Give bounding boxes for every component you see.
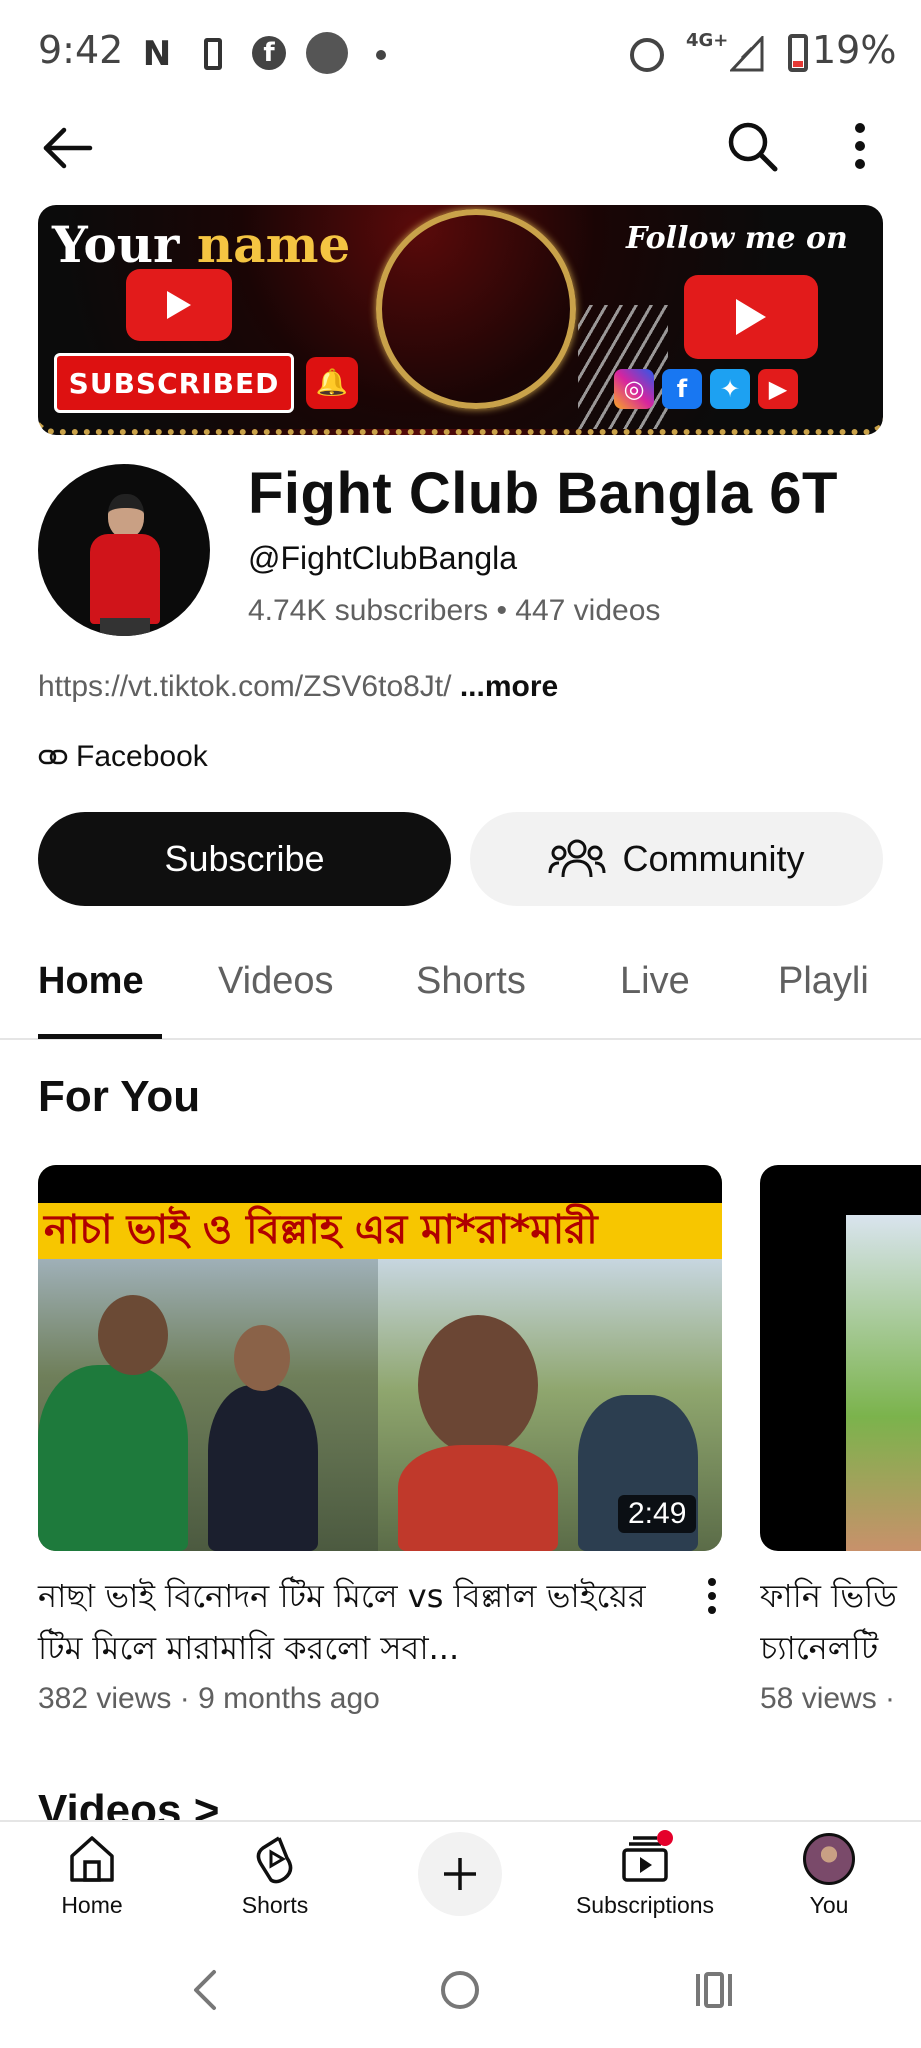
facebook-icon: f (662, 369, 702, 409)
signal-icon (730, 36, 764, 72)
channel-avatar[interactable] (38, 464, 210, 636)
link-icon (38, 749, 68, 765)
instagram-icon: ◎ (614, 369, 654, 409)
create-button[interactable] (418, 1832, 502, 1916)
banner-follow-text: Follow me on (626, 221, 848, 256)
video-thumbnail-2[interactable] (760, 1165, 921, 1551)
status-bar: 9:42 N f 4G+ 19% (0, 0, 921, 110)
nav-shorts[interactable]: Shorts (200, 1832, 350, 1919)
notification-dot (657, 1830, 673, 1846)
system-home-icon[interactable] (430, 1960, 490, 2020)
banner-youtube-logo-icon (126, 269, 232, 341)
battery-saver-icon (204, 38, 222, 70)
video-more-icon[interactable] (700, 1576, 724, 1616)
tab-shorts[interactable]: Shorts (416, 960, 526, 1003)
channel-banner: Your name SUBSCRIBED 🔔 Follow me on ◎ f … (38, 205, 883, 435)
thumbnail-caption: নাচা ভাই ও বিল্লাহ এর মা*রা*মারী (38, 1203, 722, 1259)
shorts-icon (256, 1836, 293, 1884)
community-button[interactable]: Community (470, 812, 883, 906)
nav-home[interactable]: Home (17, 1832, 167, 1919)
alarm-icon (630, 38, 664, 72)
video-meta-2: 58 views · (760, 1682, 896, 1715)
twitter-icon: ✦ (710, 369, 750, 409)
community-label: Community (622, 838, 805, 879)
home-icon (70, 1836, 114, 1882)
tab-live[interactable]: Live (620, 960, 690, 1003)
community-icon (548, 839, 606, 878)
facebook-link-label: Facebook (76, 740, 208, 773)
nav-you[interactable]: You (754, 1832, 904, 1919)
tab-home[interactable]: Home (38, 960, 144, 1003)
channel-description[interactable]: https://vt.tiktok.com/ZSV6to8Jt/ ...more (38, 670, 558, 704)
video-title[interactable]: নাছা ভাই বিনোদন টিম মিলে vs বিল্লাল ভাইয… (38, 1570, 678, 1674)
channel-tabs: Home Videos Shorts Live Playli (0, 940, 921, 1040)
netflix-notification-icon: N (142, 34, 172, 74)
more-notifications-dot-icon (376, 50, 386, 60)
banner-subscribed-tag: SUBSCRIBED (54, 353, 294, 413)
network-type: 4G+ (686, 30, 729, 51)
back-arrow-icon[interactable] (40, 120, 96, 176)
system-nav-bar (0, 1930, 921, 2048)
nav-subscriptions[interactable]: Subscriptions (570, 1830, 720, 1919)
tabs-fade (871, 940, 921, 1038)
for-you-heading: For You (38, 1072, 201, 1121)
facebook-notification-icon: f (252, 36, 286, 70)
you-avatar (803, 1833, 855, 1885)
video-duration: 2:49 (618, 1495, 697, 1533)
create-plus-icon (444, 1858, 476, 1890)
battery-icon (788, 34, 808, 72)
videos-section-heading[interactable]: Videos > (38, 1786, 219, 1820)
banner-bell-icon: 🔔 (306, 357, 358, 409)
banner-ring-decoration (376, 209, 576, 409)
subscribe-button[interactable]: Subscribe (38, 812, 451, 906)
active-tab-indicator (38, 1034, 162, 1039)
system-recents-icon[interactable] (684, 1960, 744, 2020)
more-vert-icon[interactable] (840, 118, 880, 174)
system-back-icon[interactable] (176, 1960, 236, 2020)
video-meta: 382 views · 9 months ago (38, 1682, 380, 1715)
status-time: 9:42 (38, 28, 124, 72)
channel-handle: @FightClubBangla (248, 540, 518, 576)
facebook-link[interactable]: Facebook (38, 740, 208, 774)
subscriptions-icon (619, 1830, 673, 1886)
bottom-nav: Home Shorts Subscriptions You (0, 1820, 921, 1930)
video-thumbnail[interactable]: নাচা ভাই ও বিল্লাহ এর মা*রা*মারী 2:49 (38, 1165, 722, 1551)
battery-percent: 19% (812, 28, 897, 72)
tab-playlists[interactable]: Playli (778, 960, 869, 1003)
tab-videos[interactable]: Videos (218, 960, 334, 1003)
banner-youtube-logo-large-icon (684, 275, 818, 359)
youtube-small-icon: ▶ (758, 369, 798, 409)
channel-stats: 4.74K subscribers • 447 videos (248, 594, 661, 627)
banner-name-text: Your name (52, 215, 351, 274)
search-icon[interactable] (724, 118, 780, 174)
more-link[interactable]: ...more (460, 670, 558, 703)
app-notification-icon (306, 32, 348, 74)
video-title-2[interactable]: ফানি ভিডি চ্যানেলটি (760, 1570, 921, 1674)
channel-link-url: https://vt.tiktok.com/ZSV6to8Jt/ (38, 670, 452, 703)
channel-name: Fight Club Bangla 6T (248, 461, 838, 526)
